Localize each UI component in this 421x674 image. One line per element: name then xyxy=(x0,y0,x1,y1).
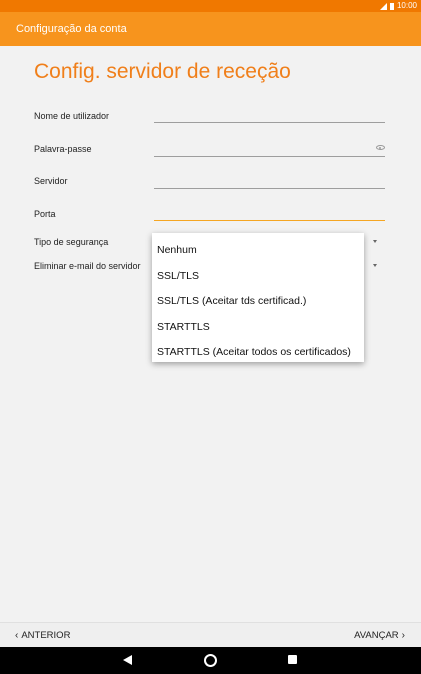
dropdown-option-nenhum[interactable]: Nenhum xyxy=(152,238,364,264)
dropdown-option-ssl-tls-accept-all[interactable]: SSL/TLS (Aceitar tds certificad.) xyxy=(152,289,364,315)
app-bar-title: Configuração da conta xyxy=(16,23,127,35)
security-type-label: Tipo de segurança xyxy=(34,237,109,247)
next-button[interactable]: AVANÇAR › xyxy=(354,623,405,648)
server-input[interactable] xyxy=(154,188,385,189)
security-type-chevron-down-icon[interactable] xyxy=(373,240,377,243)
port-input[interactable] xyxy=(154,220,385,222)
battery-icon xyxy=(389,2,394,10)
app-bar: Configuração da conta xyxy=(0,12,421,46)
status-bar: 10:00 xyxy=(0,0,421,12)
recents-icon[interactable] xyxy=(288,655,297,664)
back-icon[interactable] xyxy=(123,655,132,665)
status-icons: 10:00 xyxy=(379,0,417,12)
username-label: Nome de utilizador xyxy=(34,111,110,121)
eye-icon[interactable] xyxy=(376,145,385,150)
page-title: Config. servidor de receção xyxy=(34,60,291,83)
previous-button[interactable]: ‹ ANTERIOR xyxy=(15,623,70,648)
delete-email-label: Eliminar e-mail do servidor xyxy=(34,261,141,271)
password-input[interactable] xyxy=(154,156,385,157)
delete-email-chevron-down-icon[interactable] xyxy=(373,264,377,267)
bottom-bar: ‹ ANTERIOR AVANÇAR › xyxy=(0,622,421,647)
security-type-dropdown-menu: Nenhum SSL/TLS SSL/TLS (Aceitar tds cert… xyxy=(152,233,364,362)
password-label: Palavra-passe xyxy=(34,144,92,154)
home-icon[interactable] xyxy=(204,654,217,667)
port-label: Porta xyxy=(34,209,56,219)
next-label: AVANÇAR xyxy=(354,630,399,641)
dropdown-option-starttls-accept-all[interactable]: STARTTLS (Aceitar todos os certificados) xyxy=(152,340,364,366)
signal-icon xyxy=(379,2,387,10)
navigation-bar xyxy=(0,647,421,674)
dropdown-option-ssl-tls[interactable]: SSL/TLS xyxy=(152,264,364,290)
clock: 10:00 xyxy=(396,1,417,10)
username-input[interactable] xyxy=(154,122,385,123)
server-label: Servidor xyxy=(34,176,68,186)
dropdown-option-starttls[interactable]: STARTTLS xyxy=(152,315,364,341)
previous-label: ANTERIOR xyxy=(21,630,71,641)
chevron-right-icon: › xyxy=(401,630,405,641)
chevron-left-icon: ‹ xyxy=(15,630,19,641)
